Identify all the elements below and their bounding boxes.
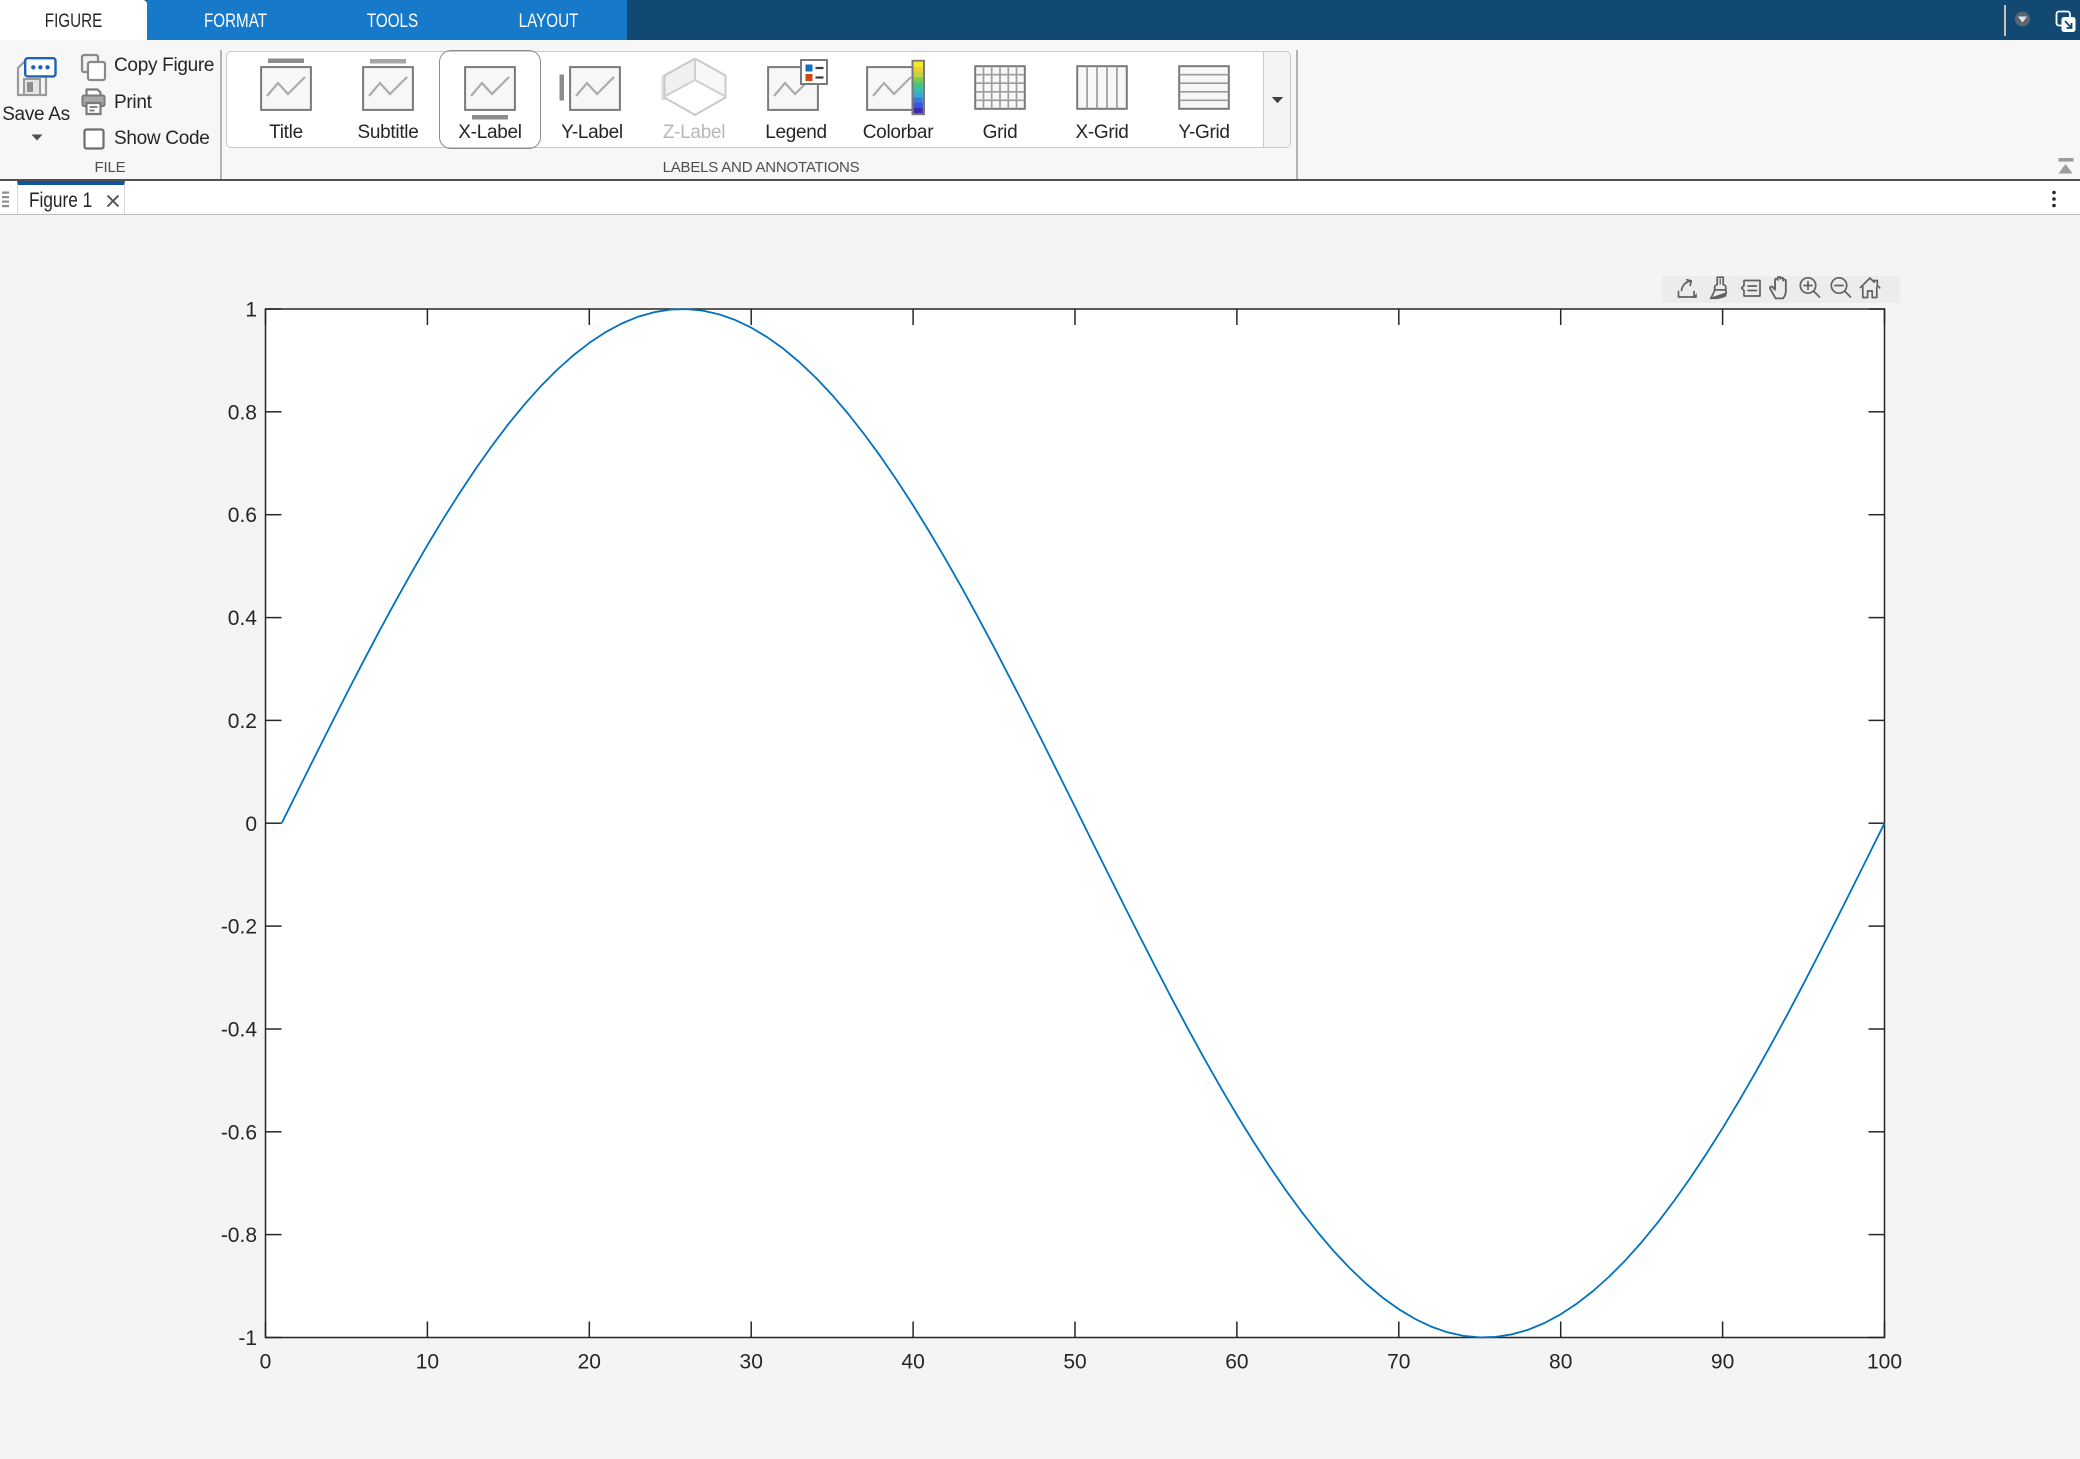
svg-text:50: 50	[1063, 1351, 1086, 1374]
svg-text:20: 20	[578, 1351, 601, 1374]
svg-text:-0.8: -0.8	[221, 1224, 257, 1247]
svg-text:0.2: 0.2	[228, 710, 257, 733]
svg-text:80: 80	[1549, 1351, 1572, 1374]
svg-text:40: 40	[901, 1351, 924, 1374]
svg-text:0: 0	[260, 1351, 272, 1374]
svg-text:0.8: 0.8	[228, 401, 257, 424]
svg-text:1: 1	[245, 299, 257, 322]
svg-text:-0.6: -0.6	[221, 1121, 257, 1144]
svg-text:-0.2: -0.2	[221, 916, 257, 939]
svg-text:-0.4: -0.4	[221, 1019, 258, 1042]
svg-text:0: 0	[245, 813, 257, 836]
svg-text:90: 90	[1711, 1351, 1734, 1374]
svg-text:0.4: 0.4	[228, 607, 258, 630]
svg-text:0.6: 0.6	[228, 504, 257, 527]
svg-text:10: 10	[416, 1351, 439, 1374]
svg-text:100: 100	[1867, 1351, 1902, 1374]
svg-text:30: 30	[740, 1351, 763, 1374]
svg-text:-1: -1	[238, 1327, 257, 1350]
svg-text:70: 70	[1387, 1351, 1410, 1374]
svg-text:60: 60	[1225, 1351, 1248, 1374]
